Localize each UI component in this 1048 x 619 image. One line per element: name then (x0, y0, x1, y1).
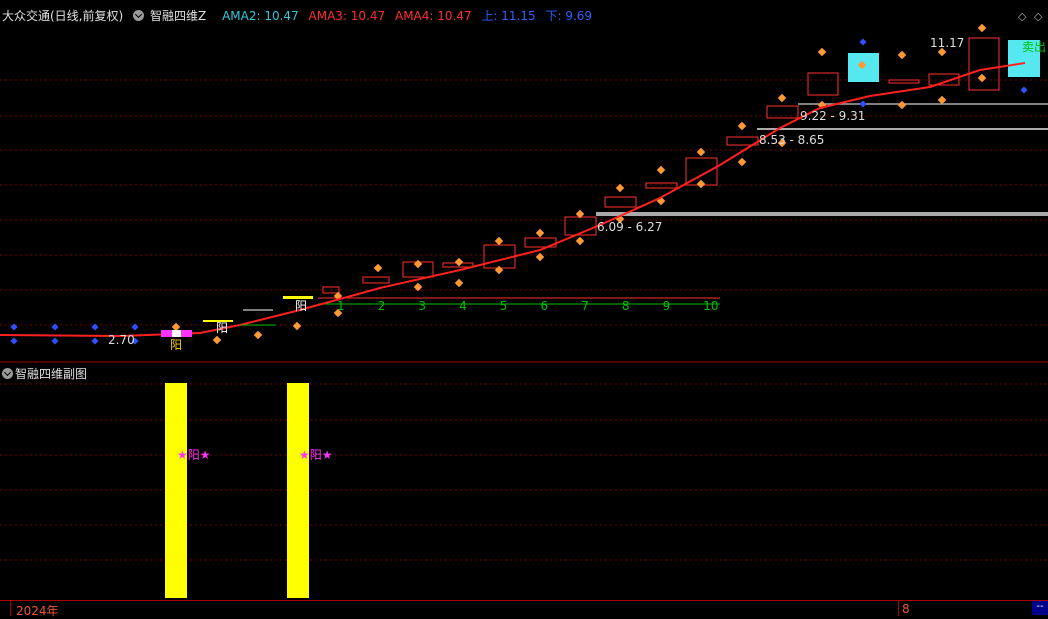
blue-dot (91, 323, 99, 331)
signal-dot (535, 228, 545, 238)
signal-dot (413, 259, 423, 269)
signal-dot (817, 47, 827, 57)
yang-label-2: 阳 (295, 299, 307, 313)
signal-dot (777, 93, 787, 103)
blue-dot (51, 323, 59, 331)
year-label: 2024年 (16, 604, 59, 618)
blue-dot (51, 337, 59, 345)
blue-dot (859, 38, 867, 46)
blue-dot (91, 337, 99, 345)
blue-dot (859, 100, 867, 108)
low-price-label: 2.70 (108, 333, 135, 347)
signal-dot (696, 147, 706, 157)
signal-dot (454, 257, 464, 267)
signal-dot (615, 183, 625, 193)
signal-dot (937, 95, 947, 105)
blue-dot (10, 337, 18, 345)
count-label: 7 (581, 299, 589, 313)
signal-dot (656, 165, 666, 175)
axis-tick (898, 601, 899, 616)
sell-label: 卖出 (1022, 40, 1046, 54)
count-label: 4 (459, 299, 467, 313)
candle (888, 79, 920, 84)
time-axis[interactable]: 2024年 8 -- (0, 600, 1048, 618)
signal-dot (494, 265, 504, 275)
range-label-3: 9.22 - 9.31 (800, 109, 865, 123)
signal-dot (212, 335, 222, 345)
blue-dot (131, 323, 139, 331)
signal-dot (977, 73, 987, 83)
count-label: 3 (418, 299, 426, 313)
signal-dot (575, 236, 585, 246)
yang-bar-2 (287, 383, 309, 598)
signal-dot (292, 321, 302, 331)
signal-dot (253, 330, 263, 340)
signal-dot (373, 263, 383, 273)
yang-marker-1: ★阳★ (177, 448, 211, 462)
sub-pane-title-text: 智融四维副图 (15, 367, 88, 381)
yang-label-1: 阳 (170, 338, 182, 352)
candle (807, 72, 839, 96)
yang-marker-2: ★阳★ (299, 448, 333, 462)
signal-dot (494, 236, 504, 246)
candle (604, 196, 637, 208)
month-label: 8 (902, 602, 910, 616)
chart-canvas: 2.70 阳 阳 阳 6.09 - 6.27 8.53 - 8.65 9.22 … (0, 23, 1048, 598)
range-label-1: 6.09 - 6.27 (597, 220, 662, 234)
yang-label-small: 阳 (216, 321, 228, 335)
count-label: 2 (378, 299, 386, 313)
count-label: 6 (541, 299, 549, 313)
candle (362, 276, 390, 284)
count-label: 1 (337, 299, 345, 313)
count-label: 8 (622, 299, 630, 313)
count-label: 5 (500, 299, 508, 313)
yang-bar-1 (165, 383, 187, 598)
count-label: 10 (703, 299, 718, 313)
chevron-down-icon[interactable] (2, 368, 13, 379)
candle (968, 37, 1000, 91)
signal-dot (171, 322, 181, 332)
axis-tick (10, 601, 11, 616)
signal-dot (897, 50, 907, 60)
white-marker (172, 330, 181, 337)
blue-dot (1020, 86, 1028, 94)
count-label: 9 (663, 299, 671, 313)
axis-scroll-button[interactable]: -- (1032, 601, 1048, 615)
signal-dot (737, 157, 747, 167)
signal-dot (696, 179, 706, 189)
signal-dot (535, 252, 545, 262)
signal-dot (897, 100, 907, 110)
signal-dot (737, 121, 747, 131)
signal-dot (454, 278, 464, 288)
sub-pane-title[interactable]: 智融四维副图 (2, 365, 87, 382)
signal-dot (977, 23, 987, 33)
high-label: 11.17 (930, 36, 964, 50)
range-label-2: 8.53 - 8.65 (759, 133, 824, 147)
